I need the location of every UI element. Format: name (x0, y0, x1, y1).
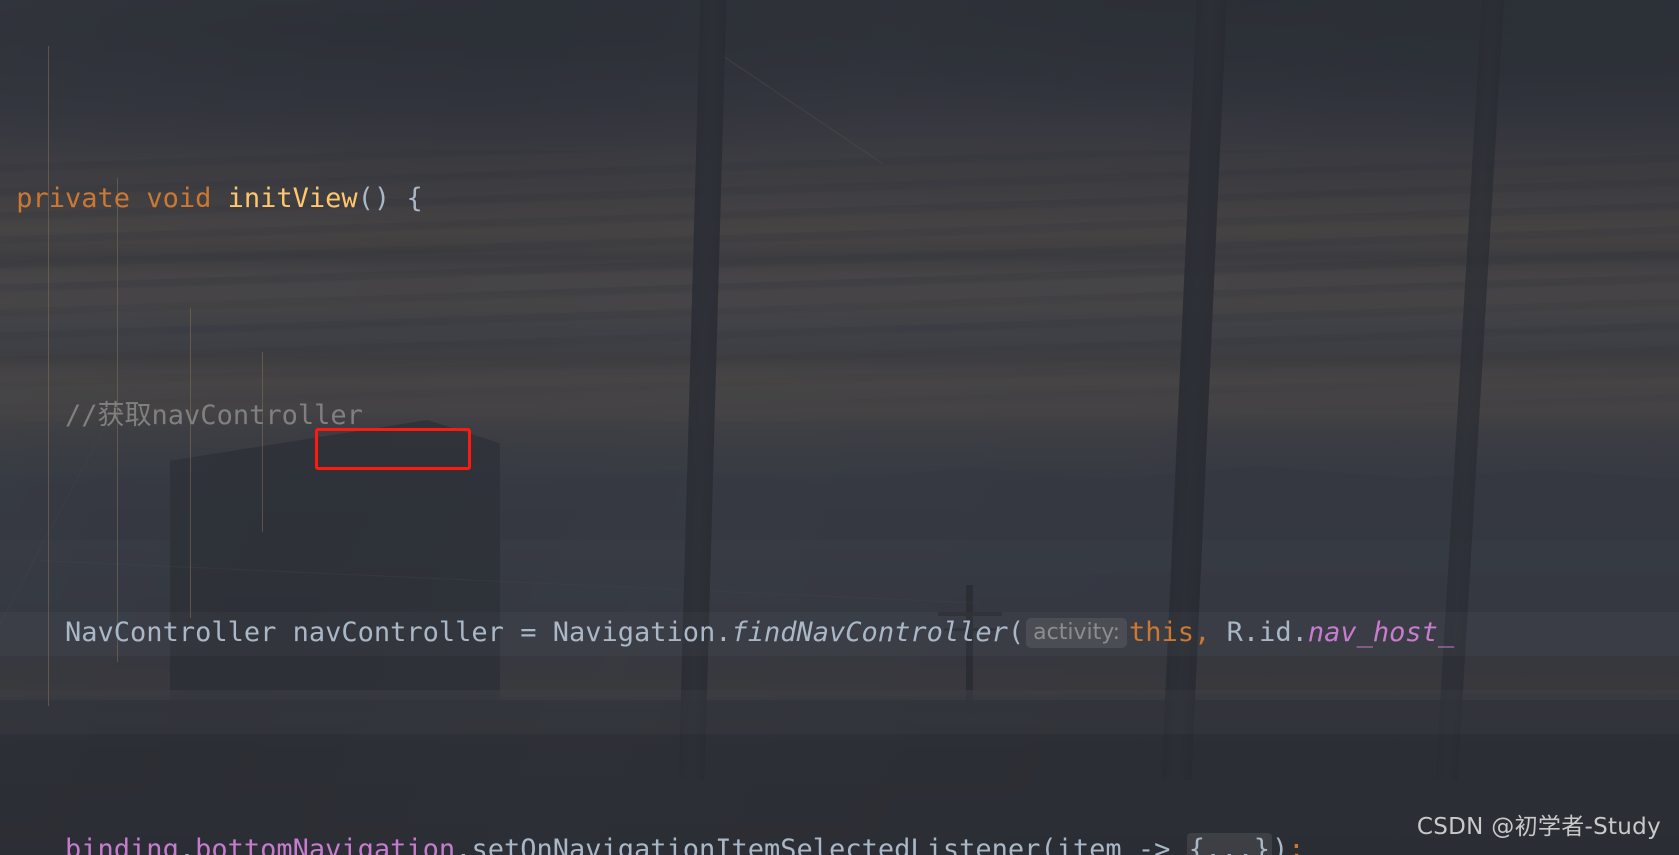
csdn-watermark: CSDN @初学者-Study (1416, 814, 1661, 840)
type-navcontroller: NavController (65, 616, 277, 648)
keyword-this: this (1129, 616, 1195, 648)
keyword-private: private (16, 182, 131, 214)
line3-assignment: navController = Navigation. (276, 616, 732, 648)
line-comment-navcontroller: //获取navController (65, 399, 363, 431)
line3-open-paren: ( (1007, 616, 1025, 648)
keyword-void: void (146, 182, 212, 214)
line1-parens: () { (357, 182, 423, 214)
line4-dot: . (178, 833, 196, 855)
line4-tail: ) (1271, 833, 1289, 855)
code-content[interactable]: private void initView() { //获取navControl… (0, 0, 1679, 855)
field-nav-host: nav_host_ (1307, 616, 1455, 648)
code-line-3[interactable]: NavController navController = Navigation… (0, 611, 1679, 654)
line4-semicolon: ; (1288, 833, 1305, 855)
line4-call: .setOnNavigationItemSelectedListener(ite… (455, 833, 1187, 855)
field-bottomnavigation: bottomNavigation (195, 833, 456, 855)
code-line-2[interactable]: //获取navController (0, 394, 1679, 437)
method-name-initview: initView (227, 182, 358, 214)
code-line-1[interactable]: private void initView() { (0, 177, 1679, 220)
code-editor[interactable]: private void initView() { //获取navControl… (0, 0, 1679, 855)
variable-binding-1: binding (65, 833, 179, 855)
static-method-findnavcontroller: findNavController (731, 616, 1008, 648)
line3-comma: , (1194, 616, 1211, 648)
inlay-hint-activity: activity: (1026, 617, 1128, 648)
line3-r-id: R.id. (1210, 616, 1308, 648)
folded-region-lambda[interactable]: {...} (1186, 832, 1272, 855)
